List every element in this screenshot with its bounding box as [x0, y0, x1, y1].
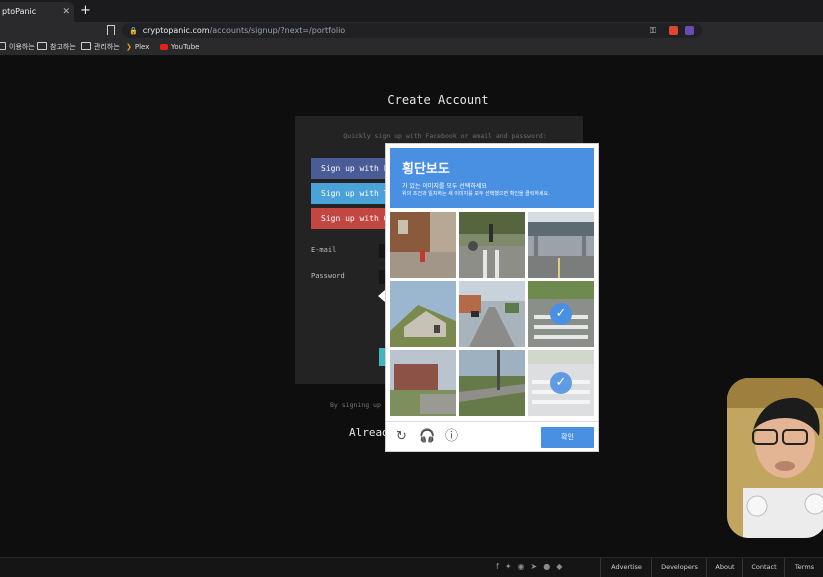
telegram-icon[interactable]: ➤ [531, 562, 544, 571]
key-icon[interactable]: ⚿ [650, 23, 656, 38]
reload-icon[interactable]: ↻ [396, 430, 407, 443]
captcha-tile[interactable] [390, 212, 456, 278]
tab-title: ptoPanic [2, 7, 37, 16]
address-bar[interactable]: 🔒 cryptopanic.com/accounts/signup/?next=/… [122, 23, 702, 38]
captcha-tile[interactable] [459, 350, 525, 416]
bookmark-folder-2[interactable]: 참고하는 [37, 41, 76, 53]
audio-icon[interactable]: 🎧 [419, 430, 435, 443]
extension-icon[interactable] [685, 26, 694, 35]
footer-link-terms[interactable]: Terms [784, 558, 823, 577]
youtube-icon [160, 44, 168, 50]
apple-icon[interactable]: ● [543, 562, 556, 571]
captcha-header: 횡단보도 가 있는 이미지를 모두 선택하세요 위의 조건과 일치하는 새 이미… [390, 148, 594, 208]
selected-check-icon: ✓ [550, 303, 572, 325]
street-hydrant-image [390, 212, 456, 278]
captcha-instruction: 위의 조건과 일치하는 새 이미지를 모두 선택했으면 확인을 클릭하세요. [402, 191, 550, 197]
password-label: Password [311, 272, 345, 280]
webcam-person-image [727, 378, 823, 538]
terms-notice: By signing up [330, 401, 381, 409]
captcha-tile[interactable] [459, 281, 525, 347]
captcha-tile[interactable] [390, 281, 456, 347]
captcha-target: 횡단보도 [402, 162, 450, 177]
overpass-image [528, 212, 594, 278]
building-lot-image [390, 350, 456, 416]
discord-icon[interactable]: ◉ [518, 562, 531, 571]
bookmark-label: Plex [134, 43, 150, 51]
tab-close-icon[interactable]: ✕ [62, 2, 70, 22]
bookmark-label: 관리하는 [94, 43, 120, 51]
site-footer: f✦◉➤●◆ Advertise Developers About Contac… [0, 557, 823, 577]
captcha-subtitle: 가 있는 이미지를 모두 선택하세요 [402, 183, 487, 190]
verify-button[interactable]: 확인 [541, 427, 594, 448]
road-cars-image [459, 281, 525, 347]
page-title: Create Account [387, 93, 489, 107]
quick-signup-text: Quickly sign up with Facebook or email a… [343, 132, 547, 140]
folder-icon [81, 42, 91, 50]
bookmark-icon[interactable] [107, 25, 115, 35]
bookmark-label: 이용하는 [9, 43, 35, 51]
hill-building-image [390, 281, 456, 347]
street-cyclist-image [459, 212, 525, 278]
twitter-icon[interactable]: ✦ [505, 562, 518, 571]
social-icons: f✦◉➤●◆ [496, 562, 568, 571]
android-icon[interactable]: ◆ [556, 562, 568, 571]
captcha-tile[interactable] [528, 212, 594, 278]
captcha-tile[interactable] [390, 350, 456, 416]
bookmark-folder-3[interactable]: 관리하는 [81, 41, 120, 53]
brave-shield-icon[interactable] [669, 26, 678, 35]
captcha-image-grid: ✓ ✓ [390, 212, 596, 416]
email-label: E-mail [311, 246, 337, 254]
captcha-footer: ↻ 🎧 ⓘ 확인 [386, 421, 598, 452]
highway-pole-image [459, 350, 525, 416]
webcam-overlay [727, 378, 823, 538]
captcha-tile-selected[interactable]: ✓ [528, 350, 594, 416]
address-row: 🔒 cryptopanic.com/accounts/signup/?next=/… [0, 22, 823, 39]
footer-link-contact[interactable]: Contact [742, 558, 785, 577]
bookmark-label: YouTube [171, 43, 200, 51]
folder-icon [37, 42, 47, 50]
new-tab-button[interactable]: + [80, 3, 91, 19]
bookmark-plex[interactable]: ❯ Plex [126, 41, 149, 53]
captcha-dialog: 횡단보도 가 있는 이미지를 모두 선택하세요 위의 조건과 일치하는 새 이미… [385, 143, 599, 452]
footer-link-about[interactable]: About [706, 558, 743, 577]
already-account-text: Alread [349, 426, 389, 439]
plex-icon: ❯ [126, 43, 132, 51]
captcha-pointer [378, 290, 385, 302]
selected-check-icon: ✓ [550, 372, 572, 394]
url-path: /accounts/signup/?next=/portfolio [209, 26, 346, 35]
bookmark-youtube[interactable]: YouTube [160, 41, 199, 53]
browser-tab[interactable]: ptoPanic ✕ [0, 2, 74, 22]
bookmarks-bar: 이용하는 참고하는 관리하는 ❯ Plex YouTube [0, 39, 823, 56]
bookmark-label: 참고하는 [50, 43, 76, 51]
info-icon[interactable]: ⓘ [445, 430, 458, 443]
tab-bar: ptoPanic ✕ + [0, 0, 823, 22]
folder-icon [0, 42, 6, 50]
facebook-icon[interactable]: f [496, 562, 505, 571]
url-host: cryptopanic.com [142, 26, 210, 35]
lock-icon: 🔒 [129, 27, 138, 35]
captcha-tile-selected[interactable]: ✓ [528, 281, 594, 347]
footer-link-developers[interactable]: Developers [651, 558, 707, 577]
bookmark-folder-1[interactable]: 이용하는 [0, 41, 35, 53]
captcha-tile[interactable] [459, 212, 525, 278]
footer-link-advertise[interactable]: Advertise [600, 558, 652, 577]
